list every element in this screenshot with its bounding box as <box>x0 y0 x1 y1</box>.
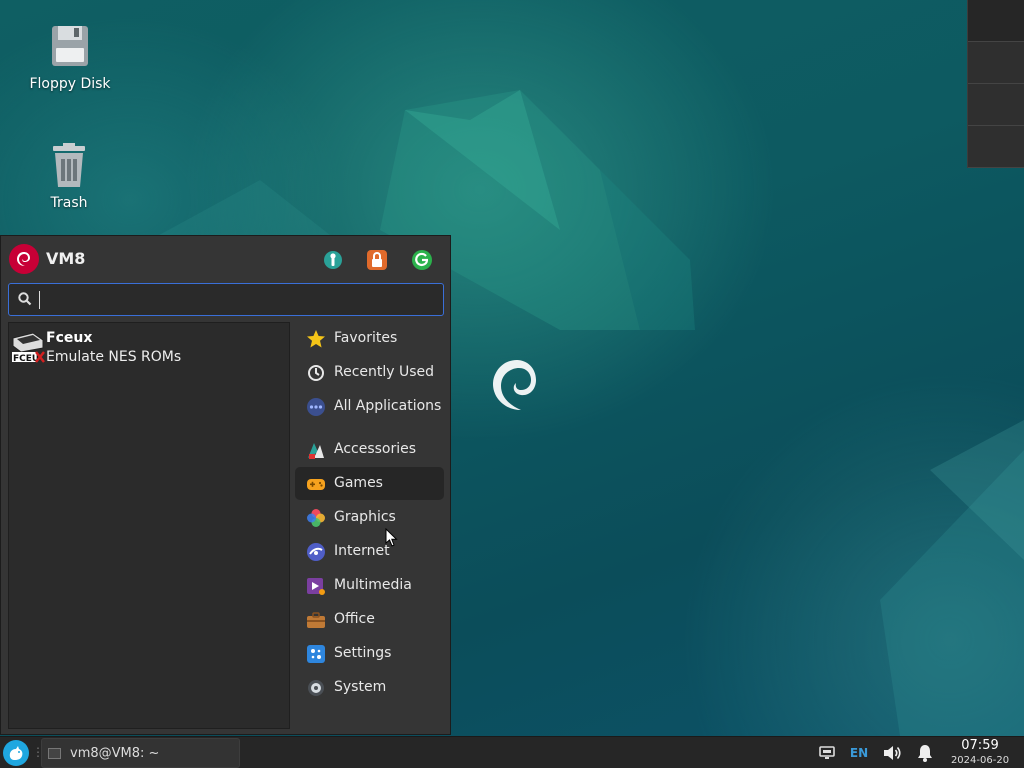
desktop-icon-label: Floppy Disk <box>29 76 111 92</box>
trash-icon <box>45 141 93 189</box>
settings-manager-button[interactable] <box>321 248 345 272</box>
volume-icon <box>884 746 901 760</box>
category-office[interactable]: Office <box>295 603 444 636</box>
lock-screen-icon <box>367 250 387 270</box>
keyboard-layout-label: EN <box>849 746 869 760</box>
whisker-menu-button[interactable] <box>3 740 29 766</box>
mouse-pointer-icon <box>385 528 398 547</box>
category-label: Graphics <box>334 509 396 525</box>
user-avatar <box>9 244 39 274</box>
category-label: Internet <box>334 543 390 559</box>
category-settings[interactable]: Settings <box>295 637 444 670</box>
category-multimedia[interactable]: Multimedia <box>295 569 444 602</box>
settings-manager-icon <box>324 251 342 269</box>
accessories-icon <box>308 443 324 459</box>
category-all-applications[interactable]: All Applications <box>295 390 444 423</box>
app-item-fceux[interactable]: FCEU Fceux Emulate NES ROMs <box>9 327 289 367</box>
app-name: Fceux <box>46 330 93 346</box>
search-input[interactable] <box>37 288 437 312</box>
clock-icon <box>308 365 324 381</box>
category-label: Games <box>334 475 383 491</box>
network-icon <box>819 746 835 759</box>
floppy-disk-icon <box>46 22 94 70</box>
graphics-icon <box>307 509 325 527</box>
category-label: Recently Used <box>334 364 435 380</box>
applications-icon <box>307 398 325 416</box>
gamepad-icon <box>307 479 325 490</box>
internet-icon <box>307 543 325 561</box>
category-favorites[interactable]: Favorites <box>295 322 444 355</box>
whisker-menu: VM8 FCEU Fceux Emulate NES ROMs Favorite… <box>0 235 451 735</box>
bell-icon <box>918 745 932 762</box>
taskbar: ⋮ vm8@VM8: ~ EN 07:59 2024-06-20 <box>0 736 1024 768</box>
clock-date: 2024-06-20 <box>950 755 1010 766</box>
category-label: All Applications <box>334 398 442 414</box>
xfce-mouse-icon <box>9 746 23 760</box>
application-list: FCEU Fceux Emulate NES ROMs <box>8 322 290 729</box>
workspace-1[interactable] <box>968 0 1024 42</box>
search-icon <box>18 292 32 306</box>
star-icon <box>307 330 325 348</box>
category-accessories[interactable]: Accessories <box>295 433 444 466</box>
debian-logo <box>493 360 536 410</box>
category-label: Settings <box>334 645 392 661</box>
briefcase-icon <box>307 612 325 628</box>
category-label: Office <box>334 611 375 627</box>
debian-swirl-icon <box>17 252 30 266</box>
category-label: Favorites <box>334 330 398 346</box>
workspace-4[interactable] <box>968 126 1024 168</box>
category-label: System <box>334 679 387 695</box>
desktop-icon-floppy-disk[interactable]: Floppy Disk <box>15 22 125 92</box>
logout-button[interactable] <box>410 248 434 272</box>
category-games[interactable]: Games <box>295 467 444 500</box>
keyboard-layout-button[interactable]: EN <box>846 737 872 768</box>
search-field[interactable] <box>8 283 444 316</box>
window-title: vm8@VM8: ~ <box>70 746 160 761</box>
fceux-icon: FCEU <box>12 332 45 364</box>
menu-header: VM8 <box>7 244 447 276</box>
desktop-icon-label: Trash <box>50 195 88 211</box>
username-label: VM8 <box>46 249 86 268</box>
settings-icon <box>307 645 325 663</box>
workspace-3[interactable] <box>968 84 1024 126</box>
text-caret <box>39 291 40 309</box>
clock[interactable]: 07:59 2024-06-20 <box>946 738 1014 767</box>
category-recently-used[interactable]: Recently Used <box>295 356 444 389</box>
category-internet[interactable]: Internet <box>295 535 444 568</box>
lock-screen-button[interactable] <box>365 248 389 272</box>
multimedia-icon <box>307 578 325 595</box>
category-label: Accessories <box>334 441 417 457</box>
clock-time: 07:59 <box>961 738 999 753</box>
desktop-icon-trash[interactable]: Trash <box>14 141 124 211</box>
notifications-button[interactable] <box>912 737 938 768</box>
workspace-2[interactable] <box>968 42 1024 84</box>
logout-icon <box>412 250 432 270</box>
category-system[interactable]: System <box>295 671 444 704</box>
volume-button[interactable] <box>880 737 904 768</box>
category-graphics[interactable]: Graphics <box>295 501 444 534</box>
app-description: Emulate NES ROMs <box>46 349 182 365</box>
workspace-switcher[interactable] <box>967 0 1024 168</box>
network-button[interactable] <box>816 737 838 768</box>
terminal-icon <box>48 748 61 759</box>
taskbar-window-terminal[interactable]: vm8@VM8: ~ <box>41 738 240 768</box>
svg-text:FCEU: FCEU <box>13 354 39 364</box>
category-label: Multimedia <box>334 577 412 593</box>
system-icon <box>308 680 324 696</box>
